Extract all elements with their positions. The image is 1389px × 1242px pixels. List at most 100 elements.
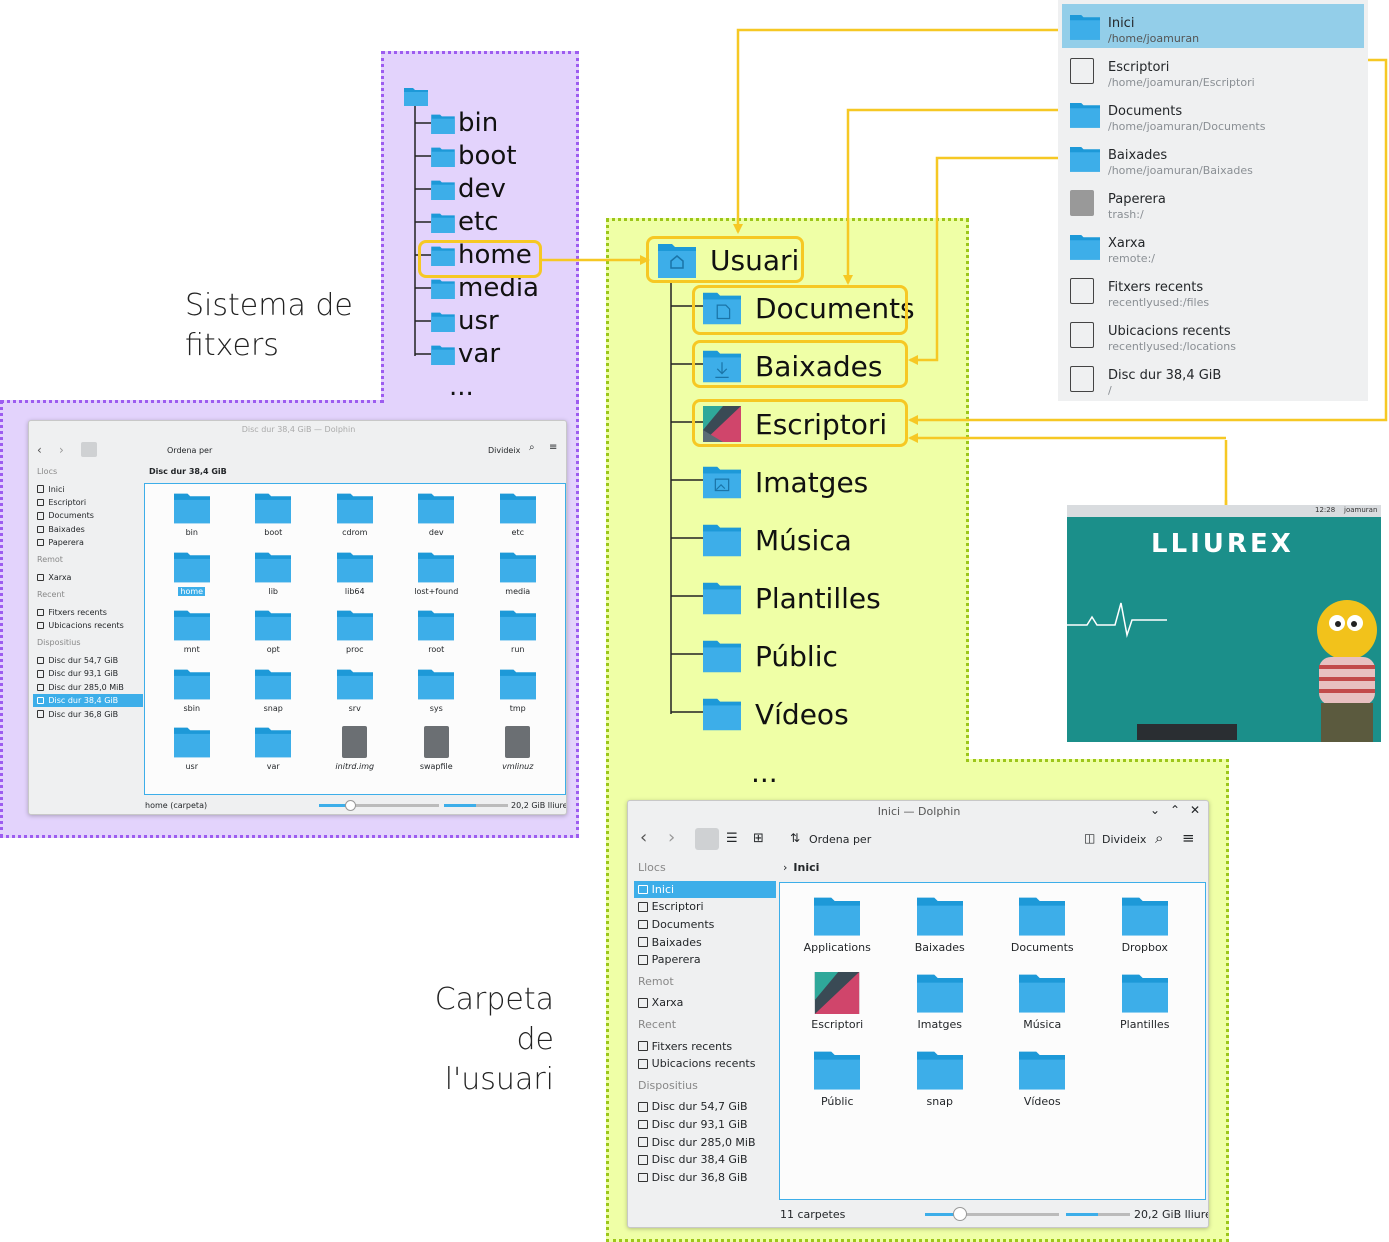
file-item[interactable]: cdrom xyxy=(314,492,396,537)
places-item[interactable]: Ubicacions recents recentlyused:/location… xyxy=(1062,312,1364,356)
sidebar-item[interactable]: Documents xyxy=(33,509,143,522)
sidebar-item[interactable]: Disc dur 54,7 GiB xyxy=(33,654,143,667)
file-item[interactable]: Documents xyxy=(991,895,1094,954)
places-item[interactable]: Baixades/home/joamuran/Baixades xyxy=(1062,136,1364,180)
places-item[interactable]: Fitxers recents recentlyused:/files xyxy=(1062,268,1364,312)
file-item[interactable]: Applications xyxy=(786,895,889,954)
file-item[interactable]: proc xyxy=(314,609,396,654)
minimize-icon[interactable]: ⌄ xyxy=(1150,803,1160,817)
file-item[interactable]: swapfile xyxy=(396,726,478,771)
sidebar-item[interactable]: Escriptori xyxy=(634,898,776,916)
menu-icon[interactable]: ≡ xyxy=(1182,829,1195,847)
sidebar-item[interactable]: Disc dur 38,4 GiB xyxy=(33,694,143,708)
places-item[interactable]: Documents/home/joamuran/Documents xyxy=(1062,92,1364,136)
sidebar-item[interactable]: Paperera xyxy=(634,951,776,969)
sort-button[interactable]: Ordena per xyxy=(167,446,212,455)
sidebar-item[interactable]: Baixades xyxy=(634,933,776,951)
file-item[interactable]: initrd.img xyxy=(314,726,396,771)
file-item[interactable]: home xyxy=(151,551,233,596)
file-item[interactable]: opt xyxy=(233,609,315,654)
places-item[interactable]: Xarxa remote:/ xyxy=(1062,224,1364,268)
sidebar-item[interactable]: Ubicacions recents xyxy=(33,619,143,632)
split-icon[interactable]: ◫ xyxy=(1084,831,1095,845)
sidebar-item[interactable]: Documents xyxy=(634,916,776,934)
sidebar-item[interactable]: Paperera xyxy=(33,536,143,549)
sidebar-item[interactable]: Disc dur 93,1 GiB xyxy=(634,1116,776,1134)
sidebar-item[interactable]: Disc dur 36,8 GiB xyxy=(33,707,143,720)
file-item[interactable]: Música xyxy=(991,972,1094,1031)
file-item[interactable]: mnt xyxy=(151,609,233,654)
file-item[interactable]: etc xyxy=(477,492,559,537)
sidebar-item[interactable]: Baixades xyxy=(33,523,143,536)
file-item[interactable]: Públic xyxy=(786,1049,889,1108)
file-item[interactable]: Baixades xyxy=(889,895,992,954)
icons-view-button[interactable] xyxy=(81,442,97,457)
file-item[interactable]: snap xyxy=(889,1049,992,1108)
places-item[interactable]: Inici/home/joamuran xyxy=(1062,4,1364,48)
file-item[interactable]: media xyxy=(477,551,559,596)
forward-button[interactable]: › xyxy=(668,827,675,848)
file-item[interactable]: lib64 xyxy=(314,551,396,596)
sidebar-item[interactable]: Disc dur 285,0 MiB xyxy=(634,1133,776,1151)
split-button[interactable]: Divideix xyxy=(488,446,520,455)
sidebar-item[interactable]: Disc dur 93,1 GiB xyxy=(33,667,143,680)
sidebar-item[interactable]: Inici xyxy=(33,482,143,495)
file-item[interactable]: snap xyxy=(233,668,315,713)
maximize-icon[interactable]: ⌃ xyxy=(1170,803,1180,817)
sidebar-item[interactable]: Escriptori xyxy=(33,496,143,509)
file-item[interactable]: usr xyxy=(151,726,233,771)
file-item[interactable]: sbin xyxy=(151,668,233,713)
folder-icon xyxy=(703,698,741,731)
file-item[interactable]: Vídeos xyxy=(991,1049,1094,1108)
sidebar-item-icon xyxy=(37,683,45,691)
file-item[interactable]: run xyxy=(477,609,559,654)
back-button[interactable]: ‹ xyxy=(37,443,42,457)
sidebar-item[interactable]: Disc dur 36,8 GiB xyxy=(634,1169,776,1187)
file-item[interactable]: Plantilles xyxy=(1094,972,1197,1031)
sort-button[interactable]: Ordena per xyxy=(809,833,871,846)
file-item[interactable]: Imatges xyxy=(889,972,992,1031)
icons-view-button[interactable] xyxy=(695,828,719,850)
compact-view-button[interactable]: ⊞ xyxy=(753,831,764,846)
details-view-button[interactable]: ☰ xyxy=(726,831,738,846)
sort-icon[interactable]: ⇅ xyxy=(790,831,800,845)
split-button[interactable]: Divideix xyxy=(1102,833,1146,846)
sidebar-item[interactable]: Xarxa xyxy=(33,571,143,584)
file-item[interactable]: tmp xyxy=(477,668,559,713)
sidebar-item[interactable]: Xarxa xyxy=(634,994,776,1012)
places-item[interactable]: Paperera trash:/ xyxy=(1062,180,1364,224)
places-item[interactable]: Disc dur 38,4 GiB / xyxy=(1062,356,1364,400)
places-item[interactable]: Escriptori/home/joamuran/Escriptori xyxy=(1062,48,1364,92)
forward-button[interactable]: › xyxy=(59,443,64,457)
sidebar-item[interactable]: Disc dur 38,4 GiB xyxy=(634,1151,776,1169)
file-item[interactable]: Dropbox xyxy=(1094,895,1197,954)
file-item[interactable]: lib xyxy=(233,551,315,596)
sidebar-item[interactable]: Ubicacions recents xyxy=(634,1055,776,1073)
zoom-slider[interactable] xyxy=(925,1207,1059,1221)
file-item[interactable]: root xyxy=(396,609,478,654)
zoom-slider[interactable] xyxy=(319,800,439,811)
file-item[interactable]: dev xyxy=(396,492,478,537)
file-item[interactable]: boot xyxy=(233,492,315,537)
file-item[interactable]: sys xyxy=(396,668,478,713)
file-item[interactable]: srv xyxy=(314,668,396,713)
file-item[interactable]: var xyxy=(233,726,315,771)
search-icon[interactable]: ⌕ xyxy=(529,442,535,453)
close-icon[interactable]: ✕ xyxy=(1190,803,1200,817)
folder-icon xyxy=(703,640,741,673)
breadcrumb[interactable]: › Inici xyxy=(783,861,819,874)
sidebar-item[interactable]: Disc dur 54,7 GiB xyxy=(634,1098,776,1116)
file-item[interactable]: lost+found xyxy=(396,551,478,596)
sidebar-item[interactable]: Fitxers recents xyxy=(634,1037,776,1055)
user-tree-item: Públic xyxy=(703,636,838,676)
file-item[interactable]: vmlinuz xyxy=(477,726,559,771)
sidebar-item[interactable]: Inici xyxy=(634,880,776,899)
sidebar-item[interactable]: Disc dur 285,0 MiB xyxy=(33,681,143,694)
file-item[interactable]: Escriptori xyxy=(786,972,889,1031)
menu-icon[interactable]: ≡ xyxy=(549,442,557,453)
back-button[interactable]: ‹ xyxy=(640,827,647,848)
breadcrumb[interactable]: Disc dur 38,4 GiB xyxy=(149,467,227,476)
sidebar-item[interactable]: Fitxers recents xyxy=(33,606,143,619)
search-icon[interactable]: ⌕ xyxy=(1155,829,1163,847)
file-item[interactable]: bin xyxy=(151,492,233,537)
